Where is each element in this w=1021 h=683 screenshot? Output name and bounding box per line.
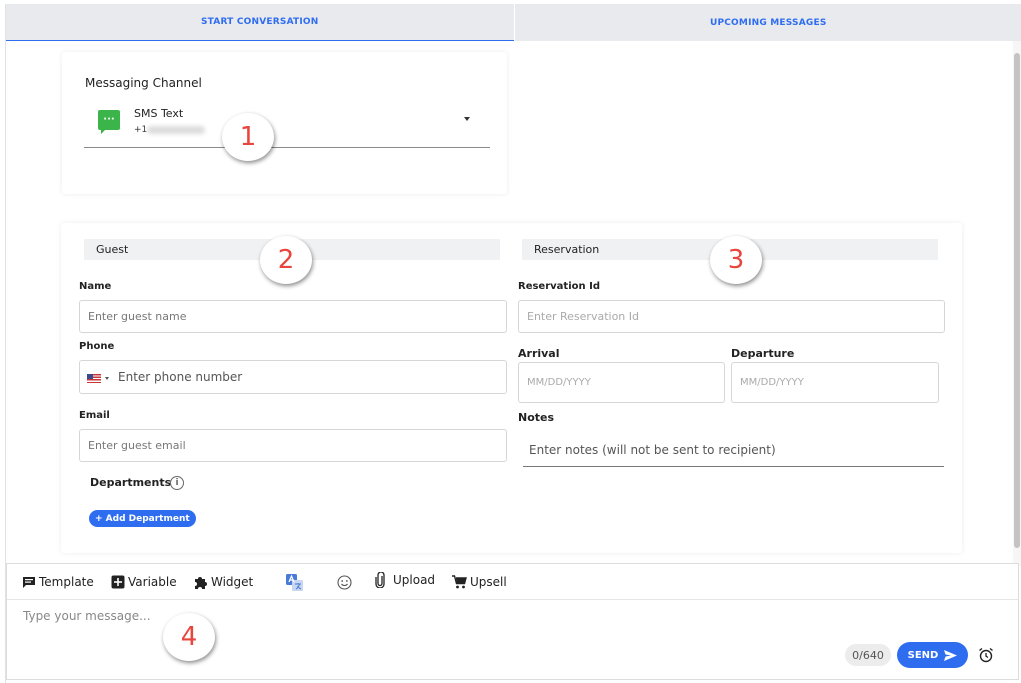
annotation-badge-1: 1: [222, 113, 274, 161]
tab-upcoming-messages[interactable]: UPCOMING MESSAGES: [513, 4, 1021, 41]
composer-toolbar: Template Variable Widget Upload Upsell: [7, 564, 1018, 600]
annotation-badge-4: 4: [163, 613, 215, 661]
widget-button[interactable]: Widget: [193, 574, 253, 590]
channel-name: SMS Text: [134, 107, 184, 120]
departure-label: Departure: [731, 347, 795, 360]
smiley-icon: [337, 574, 352, 590]
guest-email-input[interactable]: [79, 429, 507, 462]
puzzle-icon: [195, 576, 207, 589]
notes-label: Notes: [518, 411, 555, 424]
character-counter: 0/640: [845, 644, 891, 666]
translate-icon: [286, 573, 303, 591]
messaging-channel-label: Messaging Channel: [85, 76, 202, 90]
guest-name-input[interactable]: [79, 300, 507, 333]
scrollbar[interactable]: [1013, 41, 1021, 566]
phone-label: Phone: [79, 341, 115, 352]
departments-label: Departments: [90, 476, 172, 489]
cart-icon: [452, 575, 467, 589]
info-icon[interactable]: i: [170, 476, 184, 490]
channel-number-prefix: +1: [134, 125, 148, 135]
caret-down-icon[interactable]: [105, 377, 109, 380]
arrival-label: Arrival: [518, 347, 560, 360]
email-label: Email: [79, 410, 110, 421]
channel-number: +1: [134, 125, 206, 135]
variable-button[interactable]: Variable: [111, 574, 177, 590]
schedule-button[interactable]: [978, 647, 994, 667]
message-composer: Template Variable Widget Upload Upsell 0…: [6, 563, 1019, 680]
annotation-badge-2: 2: [260, 236, 312, 284]
upsell-label: Upsell: [470, 575, 507, 589]
chevron-down-icon[interactable]: [464, 117, 470, 121]
tab-start-conversation[interactable]: START CONVERSATION: [6, 4, 514, 41]
upload-label: Upload: [393, 573, 436, 587]
translate-button[interactable]: [286, 573, 306, 591]
send-arrow-icon: [944, 649, 958, 661]
chat-bubble-icon: ···: [98, 110, 120, 134]
variable-label: Variable: [128, 575, 177, 589]
annotation-badge-3: 3: [710, 236, 762, 284]
emoji-button[interactable]: [337, 574, 355, 590]
template-icon: [23, 576, 35, 588]
messaging-channel-card: Messaging Channel ··· SMS Text +1: [62, 52, 507, 194]
alarm-clock-icon: [979, 647, 993, 663]
widget-label: Widget: [211, 575, 254, 589]
redacted-number: [147, 125, 206, 134]
scrollbar-thumb[interactable]: [1014, 53, 1020, 548]
template-label: Template: [39, 575, 94, 589]
paperclip-icon: [375, 572, 385, 588]
departure-date-input[interactable]: [731, 362, 939, 403]
add-department-button[interactable]: + Add Department: [89, 510, 196, 527]
channel-select-underline[interactable]: [84, 147, 490, 148]
send-button[interactable]: SEND: [897, 642, 968, 668]
phone-field: [79, 360, 507, 394]
message-input[interactable]: [7, 601, 837, 661]
phone-input[interactable]: [118, 361, 503, 393]
upsell-button[interactable]: Upsell: [452, 574, 507, 590]
reservation-id-input[interactable]: [518, 300, 945, 333]
arrival-date-input[interactable]: [518, 362, 725, 403]
send-label: SEND: [907, 649, 939, 661]
upload-button[interactable]: Upload: [374, 572, 435, 588]
template-button[interactable]: Template: [22, 574, 94, 590]
notes-input[interactable]: [523, 433, 944, 467]
plus-box-icon: [111, 575, 125, 589]
guest-reservation-card: Guest Reservation Name Phone Email Depar…: [61, 223, 962, 553]
tab-bar: START CONVERSATION UPCOMING MESSAGES: [6, 4, 1021, 41]
name-label: Name: [79, 281, 112, 292]
reservation-id-label: Reservation Id: [518, 281, 600, 292]
us-flag-icon[interactable]: [87, 374, 101, 383]
